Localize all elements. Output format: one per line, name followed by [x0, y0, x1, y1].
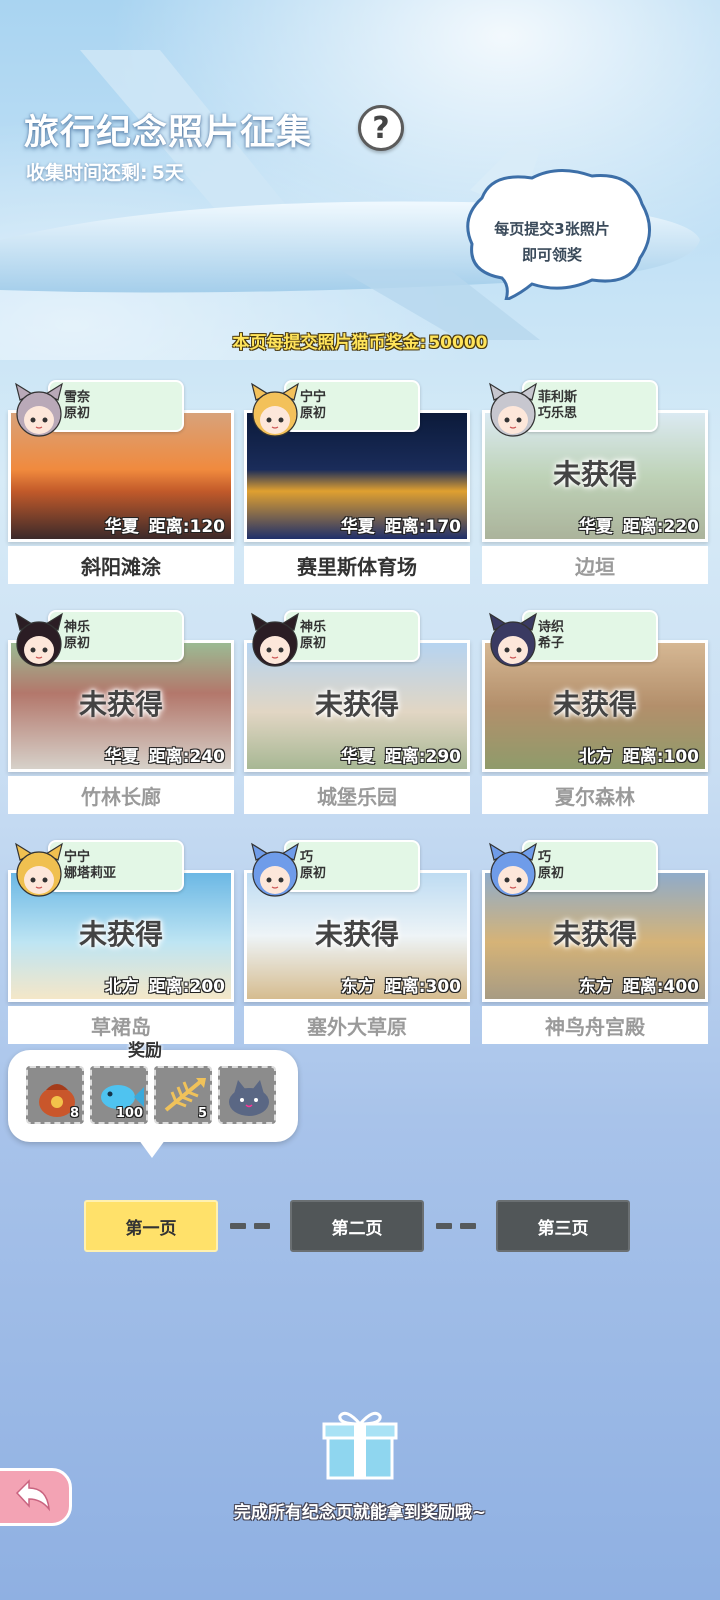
page-connector	[230, 1223, 246, 1229]
character-avatar-icon	[251, 382, 299, 437]
character-avatar-icon	[15, 612, 63, 667]
bottom-hint: 完成所有纪念页就能拿到奖励哦~	[233, 1503, 487, 1523]
reward-panel-tail	[136, 1136, 168, 1158]
gift-icon[interactable]	[322, 1406, 398, 1482]
page-connector	[254, 1223, 270, 1229]
photo-card[interactable]: 未获得 北方 距离:200 宁宁 娜塔莉亚 草裙岛	[8, 840, 234, 1044]
countdown-label: 收集时间还剩:	[26, 162, 148, 184]
reward-item-treasure-bag[interactable]: 8	[26, 1066, 84, 1124]
back-button[interactable]	[0, 1468, 72, 1526]
character-avatar-icon	[251, 842, 299, 897]
page-connector	[436, 1223, 452, 1229]
region: 华夏	[340, 747, 375, 767]
not-obtained-label: 未获得	[78, 688, 163, 721]
cat-plush-icon	[229, 1080, 269, 1116]
bonus-banner: 本页每提交照片猫币奖金: 50000	[0, 328, 720, 353]
photo-card[interactable]: 未获得 东方 距离:400 巧 原初 神鸟舟宫殿	[482, 840, 708, 1044]
page-tab-2[interactable]: 第二页	[290, 1200, 424, 1252]
character-outfit: 巧乐思	[538, 406, 578, 421]
photo-card[interactable]: 华夏 距离:120 雪奈 原初 斜阳滩涂	[8, 380, 234, 584]
place-name: 神鸟舟宫殿	[482, 1006, 708, 1044]
page-tab-1[interactable]: 第一页	[84, 1200, 218, 1252]
character-avatar-icon	[489, 382, 537, 437]
photo-info: 华夏 距离:240	[105, 742, 225, 767]
not-obtained-label: 未获得	[552, 458, 637, 491]
distance: 距离:220	[622, 517, 699, 537]
region: 华夏	[578, 517, 613, 537]
character-outfit: 娜塔莉亚	[64, 866, 117, 881]
distance: 距离:170	[384, 517, 461, 537]
character-avatar-icon	[489, 842, 537, 897]
reward-title: 奖励	[128, 1041, 162, 1061]
photo-card[interactable]: 华夏 距离:170 宁宁 原初 赛里斯体育场	[244, 380, 470, 584]
reward-qty: 100	[115, 1106, 143, 1121]
countdown: 收集时间还剩: 5天	[26, 158, 184, 185]
help-icon[interactable]: ?	[358, 105, 404, 151]
photo-info: 东方 距离:300	[341, 972, 461, 997]
hint-text: 每页提交3张照片 即可领奖	[462, 216, 642, 268]
reward-item-fish[interactable]: 100	[90, 1066, 148, 1124]
back-arrow-icon	[15, 1479, 50, 1512]
distance: 距离:120	[148, 517, 225, 537]
photo-info: 华夏 距离:290	[341, 742, 461, 767]
photo-info: 东方 距离:400	[579, 972, 699, 997]
reward-qty: 8	[69, 1106, 79, 1121]
hint-line-1: 每页提交3张照片	[494, 220, 610, 238]
photo-card[interactable]: 未获得 华夏 距离:290 神乐 原初 城堡乐园	[244, 610, 470, 814]
page-title: 旅行纪念照片征集	[24, 113, 313, 153]
place-name: 草裙岛	[8, 1006, 234, 1044]
photo-card[interactable]: 未获得 东方 距离:300 巧 原初 塞外大草原	[244, 840, 470, 1044]
distance: 距离:400	[622, 977, 699, 997]
photo-info: 华夏 距离:220	[579, 512, 699, 537]
page-tab-3[interactable]: 第三页	[496, 1200, 630, 1252]
character-avatar-icon	[251, 612, 299, 667]
not-obtained-label: 未获得	[78, 918, 163, 951]
region: 华夏	[104, 747, 139, 767]
distance: 距离:290	[384, 747, 461, 767]
photo-card[interactable]: 未获得 北方 距离:100 诗织 希子 夏尔森林	[482, 610, 708, 814]
place-name: 塞外大草原	[244, 1006, 470, 1044]
hint-line-2: 即可领奖	[521, 246, 582, 264]
place-name: 城堡乐园	[244, 776, 470, 814]
place-name: 夏尔森林	[482, 776, 708, 814]
character-name: 宁宁	[64, 850, 91, 865]
distance: 距离:100	[622, 747, 699, 767]
photo-info: 华夏 距离:170	[341, 512, 461, 537]
not-obtained-label: 未获得	[314, 688, 399, 721]
distance: 距离:240	[148, 747, 225, 767]
reward-item-cat-plush[interactable]	[218, 1066, 276, 1124]
reward-item-fish-bone[interactable]: 5	[154, 1066, 212, 1124]
photo-info: 北方 距离:200	[105, 972, 225, 997]
character-avatar-icon	[489, 612, 537, 667]
page-connector	[460, 1223, 476, 1229]
character-avatar-icon	[15, 382, 63, 437]
distance: 距离:300	[384, 977, 461, 997]
bonus-amount: 50000	[428, 333, 488, 353]
not-obtained-label: 未获得	[552, 918, 637, 951]
region: 华夏	[104, 517, 139, 537]
countdown-value: 5天	[151, 162, 184, 184]
photo-card[interactable]: 未获得 华夏 距离:220 菲利斯 巧乐思 边垣	[482, 380, 708, 584]
reward-qty: 5	[197, 1106, 207, 1121]
place-name: 竹林长廊	[8, 776, 234, 814]
region: 华夏	[340, 517, 375, 537]
photo-info: 北方 距离:100	[579, 742, 699, 767]
character-avatar-icon	[15, 842, 63, 897]
region: 东方	[340, 977, 375, 997]
distance: 距离:200	[148, 977, 225, 997]
not-obtained-label: 未获得	[314, 918, 399, 951]
not-obtained-label: 未获得	[552, 688, 637, 721]
place-name: 斜阳滩涂	[8, 546, 234, 584]
character-tag-text: 菲利斯 巧乐思	[538, 390, 577, 422]
character-tag-text: 宁宁 娜塔莉亚	[64, 850, 116, 882]
bonus-label: 本页每提交照片猫币奖金:	[232, 333, 427, 353]
place-name: 赛里斯体育场	[244, 546, 470, 584]
photo-card[interactable]: 未获得 华夏 距离:240 神乐 原初 竹林长廊	[8, 610, 234, 814]
region: 北方	[578, 747, 613, 767]
region: 东方	[578, 977, 613, 997]
character-name: 菲利斯	[538, 390, 578, 405]
region: 北方	[104, 977, 139, 997]
photo-info: 华夏 距离:120	[105, 512, 225, 537]
place-name: 边垣	[482, 546, 708, 584]
